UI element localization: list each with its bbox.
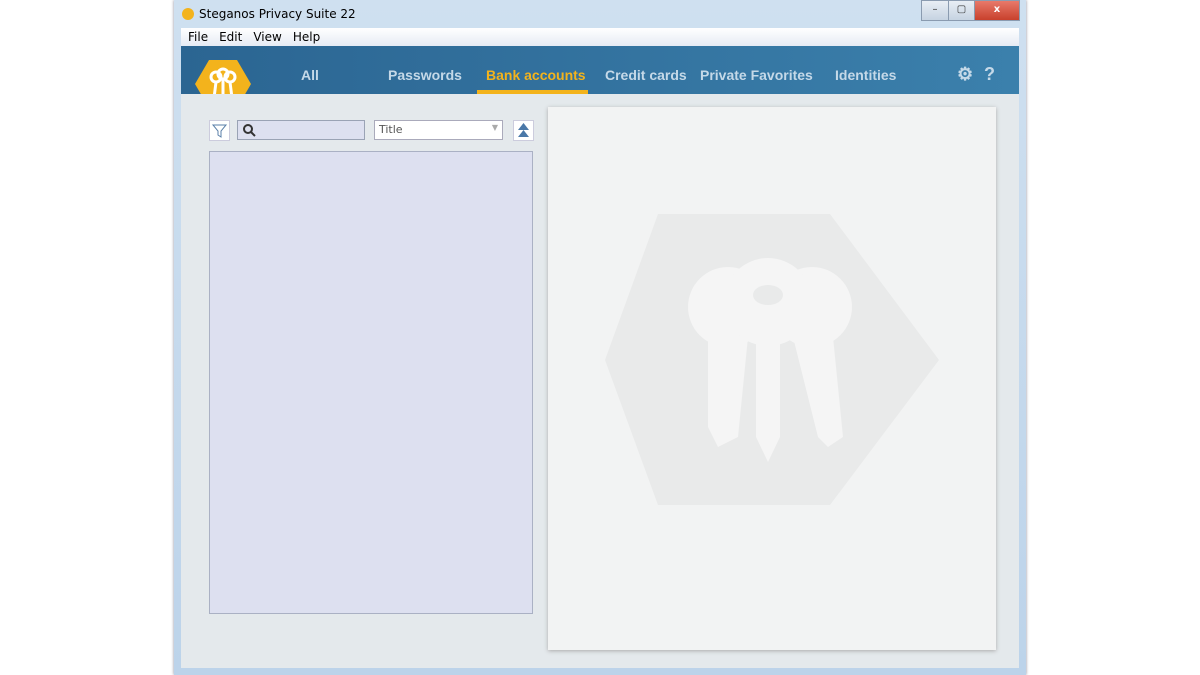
tab-bank-accounts[interactable]: Bank accounts [486,67,586,83]
sort-ascending-icon [518,123,529,137]
menu-file[interactable]: File [188,30,208,44]
filter-button[interactable] [209,120,230,141]
sort-order-button[interactable] [513,120,534,141]
maximize-button[interactable]: ▢ [948,0,975,21]
help-icon[interactable]: ? [984,64,995,85]
tab-identities[interactable]: Identities [835,67,896,83]
close-button[interactable]: x [974,0,1020,21]
keys-placeholder-icon [605,214,939,505]
content-area: Title ▼ [181,94,1019,668]
app-icon [182,8,194,20]
nav-bar: All Passwords Bank accounts Credit cards… [181,46,1019,108]
menu-help[interactable]: Help [293,30,320,44]
menu-bar: File Edit View Help [181,28,1019,46]
search-input[interactable] [237,120,365,140]
menu-edit[interactable]: Edit [219,30,242,44]
tab-passwords[interactable]: Passwords [388,67,462,83]
gear-icon[interactable]: ⚙ [957,64,973,85]
tab-private-favorites[interactable]: Private Favorites [700,67,813,83]
tab-all[interactable]: All [301,67,319,83]
chevron-down-icon: ▼ [491,123,498,132]
filter-icon [211,124,228,138]
sort-field-select[interactable]: Title ▼ [374,120,503,140]
minimize-button[interactable]: – [921,0,949,21]
app-window: Steganos Privacy Suite 22 – ▢ x File Edit… [174,0,1026,675]
menu-view[interactable]: View [253,30,281,44]
entry-list[interactable] [209,151,533,614]
search-icon [243,124,256,137]
tab-credit-cards[interactable]: Credit cards [605,67,687,83]
title-bar: Steganos Privacy Suite 22 – ▢ x [174,0,1026,28]
window-title: Steganos Privacy Suite 22 [199,7,356,21]
detail-panel [548,107,996,650]
